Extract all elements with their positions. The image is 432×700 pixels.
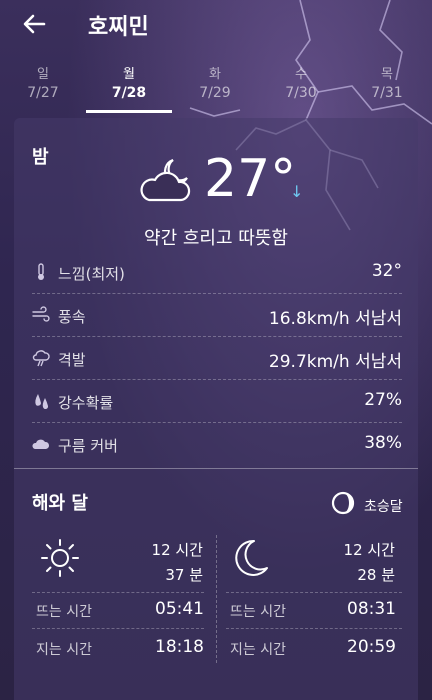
moonset-time: 20:59 bbox=[347, 637, 396, 657]
gust-icon bbox=[32, 350, 50, 367]
tab-day-name: 수 bbox=[295, 67, 307, 82]
tab-date: 7/28 bbox=[111, 85, 147, 101]
tab-day-1[interactable]: 일 7/27 bbox=[0, 66, 86, 102]
column-separator bbox=[216, 535, 217, 663]
sun-duration-hours: 12 시간 bbox=[151, 541, 203, 559]
moonset-label: 지는 시간 bbox=[230, 642, 286, 658]
detail-value: 38% bbox=[364, 433, 402, 453]
period-label: 밤 bbox=[32, 147, 49, 168]
sun-icon bbox=[41, 539, 79, 577]
moonrise-time: 08:31 bbox=[347, 599, 396, 619]
sunset-label: 지는 시간 bbox=[36, 642, 92, 658]
moon-phase-icon bbox=[331, 491, 355, 515]
moon-duration-hours: 12 시간 bbox=[343, 541, 395, 559]
detail-label: 구름 커버 bbox=[58, 437, 118, 455]
tab-day-4[interactable]: 수 7/30 bbox=[258, 66, 344, 102]
sunrise-label: 뜨는 시간 bbox=[36, 604, 92, 620]
detail-value: 27% bbox=[364, 390, 402, 410]
thermometer-icon bbox=[38, 263, 44, 280]
detail-row-precip-chance: 강수확률 27% bbox=[32, 380, 402, 423]
moonrise-label: 뜨는 시간 bbox=[230, 604, 286, 620]
detail-row-wind-speed: 풍속 16.8km/h 서남서 bbox=[32, 294, 402, 337]
detail-row-cloud-cover: 구름 커버 38% bbox=[32, 423, 402, 466]
wind-icon bbox=[32, 306, 50, 322]
tab-day-name: 목 bbox=[381, 67, 393, 82]
row-separator bbox=[32, 592, 204, 593]
app-header: 호찌민 bbox=[0, 0, 432, 50]
detail-label: 풍속 bbox=[58, 308, 86, 326]
cloudy-night-icon bbox=[140, 158, 191, 202]
temperature-trend-icon: ↓ bbox=[290, 182, 304, 201]
detail-value: 32° bbox=[371, 261, 402, 281]
tab-day-name: 화 bbox=[209, 67, 221, 82]
tab-day-5[interactable]: 목 7/31 bbox=[344, 66, 430, 102]
sunrise-time: 05:41 bbox=[155, 599, 204, 619]
day-tabs: 일 7/27 월 7/28 화 7/29 수 7/30 목 7/31 bbox=[0, 66, 432, 116]
detail-row-gust: 격발 29.7km/h 서남서 bbox=[32, 337, 402, 380]
sun-duration-minutes: 37 분 bbox=[165, 566, 203, 584]
active-tab-indicator bbox=[86, 110, 172, 113]
back-arrow-icon[interactable] bbox=[20, 10, 48, 38]
detail-row-feels-like: 느낌(최저) 32° bbox=[32, 251, 402, 294]
city-title: 호찌민 bbox=[88, 15, 149, 40]
tab-date: 7/30 bbox=[285, 85, 317, 101]
condition-text: 약간 흐리고 따뜻함 bbox=[144, 228, 288, 249]
row-separator bbox=[226, 592, 402, 593]
temperature: 27° bbox=[204, 149, 297, 209]
crescent-moon-icon bbox=[235, 539, 268, 576]
tab-date: 7/31 bbox=[371, 85, 403, 101]
tab-day-name: 월 bbox=[123, 67, 135, 82]
moon-duration-minutes: 28 분 bbox=[357, 566, 395, 584]
sun-moon-title: 해와 달 bbox=[32, 493, 88, 514]
sunset-time: 18:18 bbox=[155, 637, 204, 657]
tab-date: 7/29 bbox=[199, 85, 231, 101]
rain-drops-icon bbox=[35, 394, 49, 410]
tab-day-2[interactable]: 월 7/28 bbox=[86, 66, 172, 102]
tab-date: 7/27 bbox=[27, 85, 59, 101]
moon-phase-label: 초승달 bbox=[364, 499, 403, 515]
tab-day-name: 일 bbox=[37, 67, 49, 82]
section-divider bbox=[14, 468, 418, 469]
detail-value: 29.7km/h 서남서 bbox=[268, 352, 402, 372]
detail-label: 느낌(최저) bbox=[58, 265, 125, 283]
row-separator bbox=[32, 628, 204, 629]
detail-value: 16.8km/h 서남서 bbox=[268, 309, 402, 329]
tab-day-3[interactable]: 화 7/29 bbox=[172, 66, 258, 102]
cloud-icon bbox=[32, 439, 50, 449]
row-separator bbox=[226, 628, 402, 629]
detail-label: 격발 bbox=[58, 351, 86, 369]
detail-label: 강수확률 bbox=[58, 394, 114, 412]
